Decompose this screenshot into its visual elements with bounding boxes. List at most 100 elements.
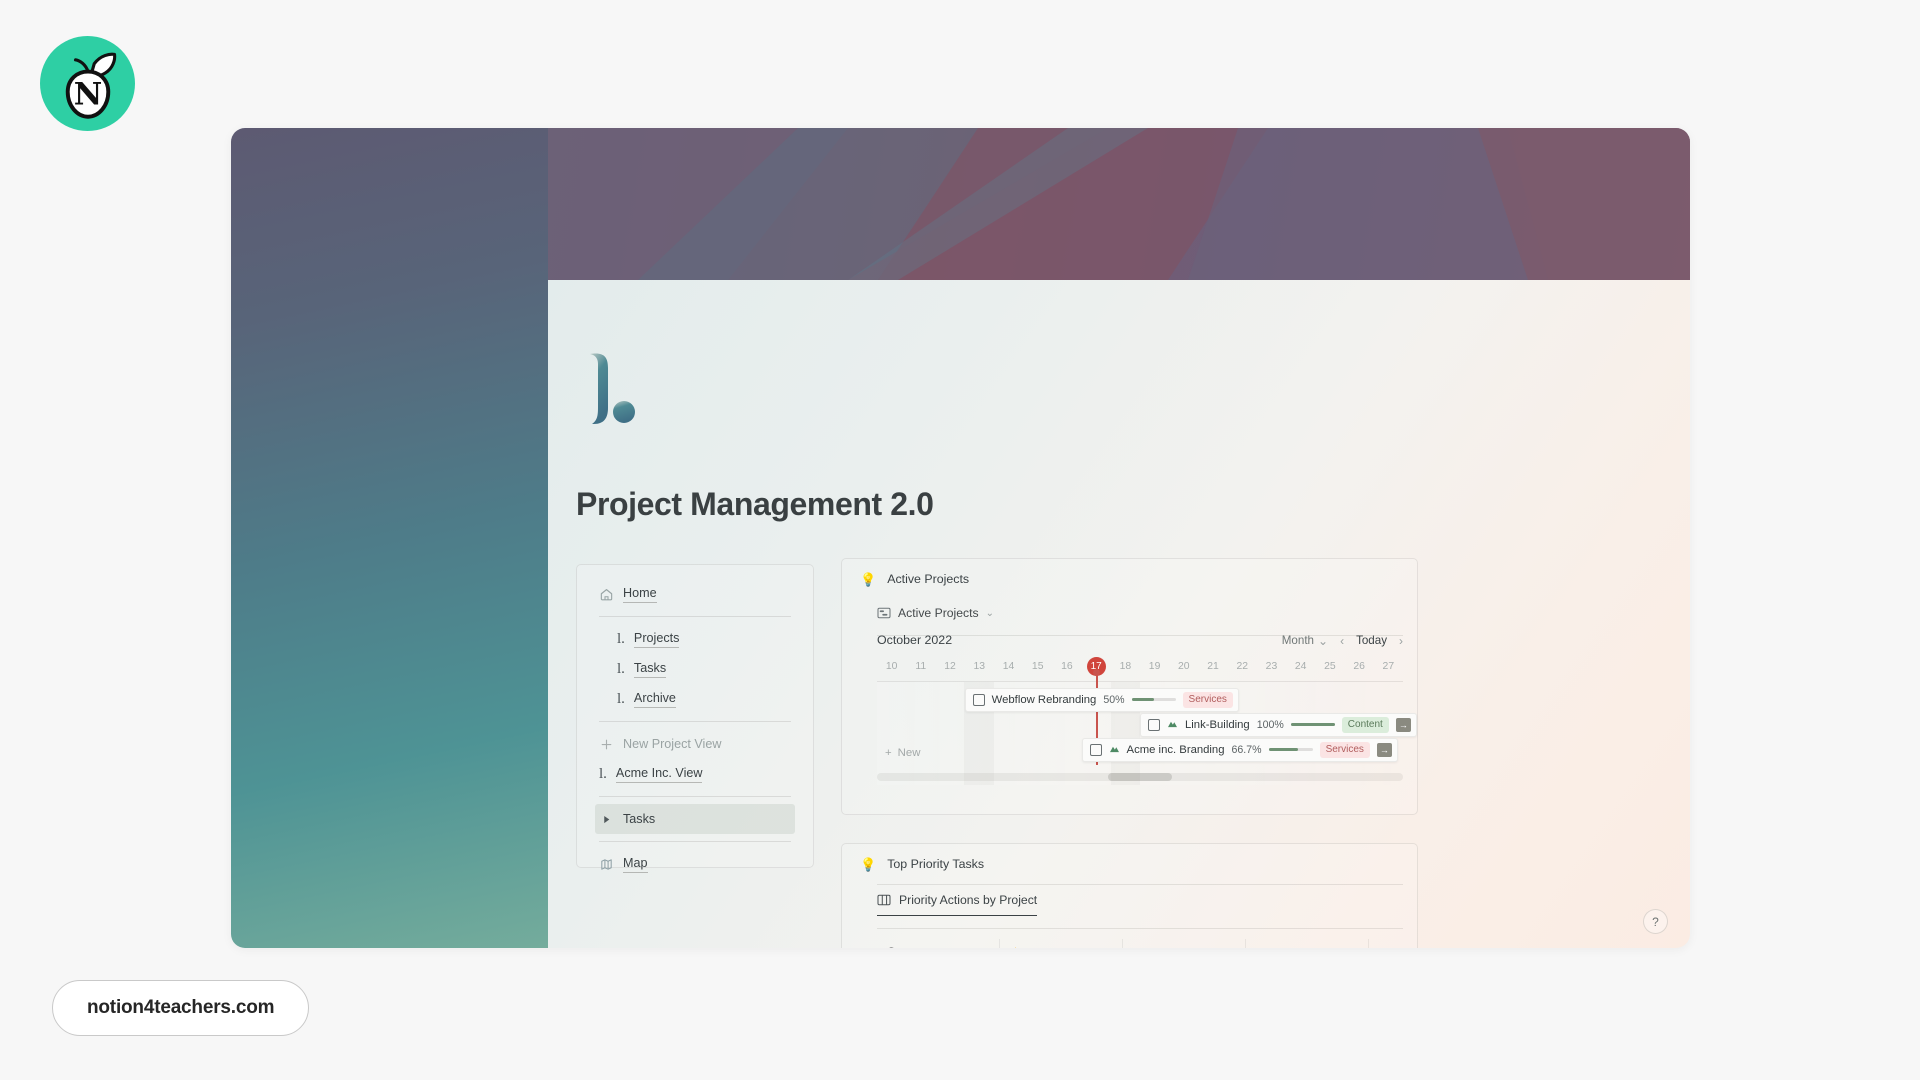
view-tab-label: Active Projects xyxy=(898,606,979,620)
pointing-hand-icon: 👉 xyxy=(1010,948,1022,949)
section-title: Top Priority Tasks xyxy=(887,857,985,871)
timeline-bar-percent: 50% xyxy=(1103,693,1125,706)
timeline-scrollbar[interactable] xyxy=(877,772,1403,781)
chevron-down-icon[interactable]: ⌄ xyxy=(986,608,994,619)
sidebar-item-label: Acme Inc. View xyxy=(615,765,703,783)
kanban-column-title: Medium ... xyxy=(1274,947,1326,949)
timeline-day[interactable]: 14 xyxy=(994,657,1023,677)
timeline-new-label: New xyxy=(897,746,921,759)
progress-bar xyxy=(1290,723,1335,726)
timeline-bar[interactable]: Acme inc. Branding 66.7% Services → xyxy=(1081,737,1398,762)
kanban-column-title: Key Chan... xyxy=(1028,947,1086,949)
nav-divider xyxy=(599,721,791,722)
page-title: Project Management 2.0 xyxy=(576,486,934,522)
page-icon[interactable] xyxy=(578,350,642,428)
timeline-day[interactable]: 11 xyxy=(906,657,935,677)
mountain-icon xyxy=(1168,721,1177,727)
map-icon xyxy=(601,858,612,870)
help-button[interactable]: ? xyxy=(1643,909,1668,934)
top-priority-panel: 💡 Top Priority Tasks Priority Actions by… xyxy=(841,843,1418,948)
sidebar-item-label: Tasks xyxy=(623,812,656,826)
bullet-icon: l. xyxy=(617,690,625,707)
kanban-column[interactable]: 👀Medium ...Begin Research On Downloadabl… xyxy=(1246,939,1369,948)
kanban-column-header[interactable]: 👉 Key Chan... 1 xyxy=(1000,939,1122,949)
task-checkbox[interactable] xyxy=(1089,743,1102,756)
timeline-new-button[interactable]: + New xyxy=(885,747,920,759)
task-checkbox[interactable] xyxy=(1148,718,1160,731)
header-divider xyxy=(877,884,1403,885)
sidebar-item-label: Archive xyxy=(633,690,676,708)
open-page-button[interactable]: → xyxy=(1395,717,1411,732)
timeline-day[interactable]: 21 xyxy=(1198,657,1227,677)
app-window: Project Management 2.0 Home l. Projects … xyxy=(231,128,1690,948)
status-tag: Services xyxy=(1182,691,1233,708)
kanban-column-count: 2 xyxy=(1212,947,1218,948)
sidebar-item-projects[interactable]: l. Projects xyxy=(595,624,795,654)
open-page-button[interactable]: → xyxy=(1376,742,1392,757)
sidebar-item-label: New Project View xyxy=(623,736,722,751)
kanban-column[interactable]: 🔍SEO Foun...0+New xyxy=(877,939,1000,948)
timeline-day[interactable]: 10 xyxy=(877,657,906,677)
timeline-scrollbar-thumb[interactable] xyxy=(1108,772,1172,781)
top-priority-header: 💡 Top Priority Tasks xyxy=(842,844,1417,882)
eyes-icon: 👀 xyxy=(1256,948,1268,949)
lightbulb-icon: 💡 xyxy=(860,856,877,872)
kanban-column-count: 0 xyxy=(973,947,979,948)
timeline-day[interactable]: 13 xyxy=(965,657,994,677)
mountain-icon xyxy=(1109,744,1120,756)
kanban-column-title: Link-Build... xyxy=(1147,947,1205,949)
sidebar-item-new-project-view[interactable]: New Project View xyxy=(595,729,795,759)
timeline-bar[interactable]: Link-Building 100% Content → xyxy=(1140,712,1417,737)
timeline-day[interactable]: 26 xyxy=(1345,657,1374,677)
sidebar-item-label: Projects xyxy=(633,630,680,648)
timeline-day[interactable]: 15 xyxy=(1023,657,1052,677)
task-checkbox[interactable] xyxy=(972,693,985,706)
timeline-day[interactable]: 20 xyxy=(1169,657,1198,677)
sidebar-item-acme-inc-view[interactable]: l. Acme Inc. View xyxy=(595,759,795,789)
timeline-day[interactable]: 16 xyxy=(1052,657,1081,677)
sidebar-item-archive[interactable]: l. Archive xyxy=(595,684,795,714)
section-title: Active Projects xyxy=(887,572,970,586)
timeline-day[interactable]: 25 xyxy=(1315,657,1344,677)
active-projects-header: 💡 Active Projects xyxy=(842,559,1417,597)
timeline-day[interactable]: 27 xyxy=(1374,657,1403,677)
magnifier-icon: 🔍 xyxy=(887,948,899,949)
timeline-day[interactable]: 22 xyxy=(1228,657,1257,677)
kanban-column-title: SEO Foun... xyxy=(905,947,967,949)
kanban-column[interactable]: ⛰Link-Build...2Begin Research On Downloa… xyxy=(1123,939,1246,948)
sidebar-item-map[interactable]: Map xyxy=(595,849,795,879)
timeline-day[interactable]: 12 xyxy=(935,657,964,677)
sidebar-item-label: Home xyxy=(623,585,657,603)
sidebar-item-home[interactable]: Home xyxy=(595,579,795,609)
timeline-day[interactable]: 24 xyxy=(1286,657,1315,677)
timeline-day[interactable]: 23 xyxy=(1257,657,1286,677)
kanban-column-header[interactable]: ⛰ Link-Build... 2 xyxy=(1123,939,1245,949)
timeline-body[interactable]: + New Webflow Rebranding 50% Services Link-… xyxy=(877,668,1417,785)
plus-icon xyxy=(601,739,612,749)
board-tab-priority-actions[interactable]: Priority Actions by Project xyxy=(877,893,1038,916)
timeline-day[interactable]: 19 xyxy=(1140,657,1169,677)
brand-logo: N xyxy=(40,36,135,131)
timeline-bar[interactable]: Webflow Rebranding 50% Services xyxy=(964,687,1239,712)
kanban-column[interactable]: 👉Key Chan...1Something important that’s … xyxy=(1000,939,1123,948)
status-tag: Services xyxy=(1319,741,1370,758)
kanban-column-header[interactable]: 👀 Medium ... xyxy=(1246,939,1368,949)
sidebar-item-tasks-toggle[interactable]: Tasks xyxy=(595,804,795,834)
kanban-column-header[interactable]: 🔍 SEO Foun... 0 xyxy=(877,939,999,949)
triangle-right-icon xyxy=(604,815,610,823)
sidebar-item-label: Map xyxy=(623,855,648,873)
nav-divider xyxy=(599,841,791,842)
sidebar-item-label: Tasks xyxy=(633,660,667,678)
apple-n-logo-icon: N xyxy=(65,52,116,119)
active-projects-panel: 💡 Active Projects Active Projects ⌄ Octo… xyxy=(841,558,1418,815)
svg-text:N: N xyxy=(73,76,102,112)
timeline-day[interactable]: 18 xyxy=(1111,657,1140,677)
kanban-board[interactable]: 🔍SEO Foun...0+New👉Key Chan...1Something … xyxy=(877,939,1417,948)
view-tab-active-projects[interactable]: Active Projects ⌄ xyxy=(877,606,1417,620)
progress-bar xyxy=(1268,748,1313,751)
sidebar-item-tasks[interactable]: l. Tasks xyxy=(595,654,795,684)
banner-shapes xyxy=(548,128,1690,280)
timeline-day-header: 10 11 12 13 14 15 16 17 18 19 20 21 22 23 24 25 26 27 xyxy=(877,657,1403,677)
lightbulb-icon: 💡 xyxy=(860,571,877,587)
nav-divider xyxy=(599,616,791,617)
